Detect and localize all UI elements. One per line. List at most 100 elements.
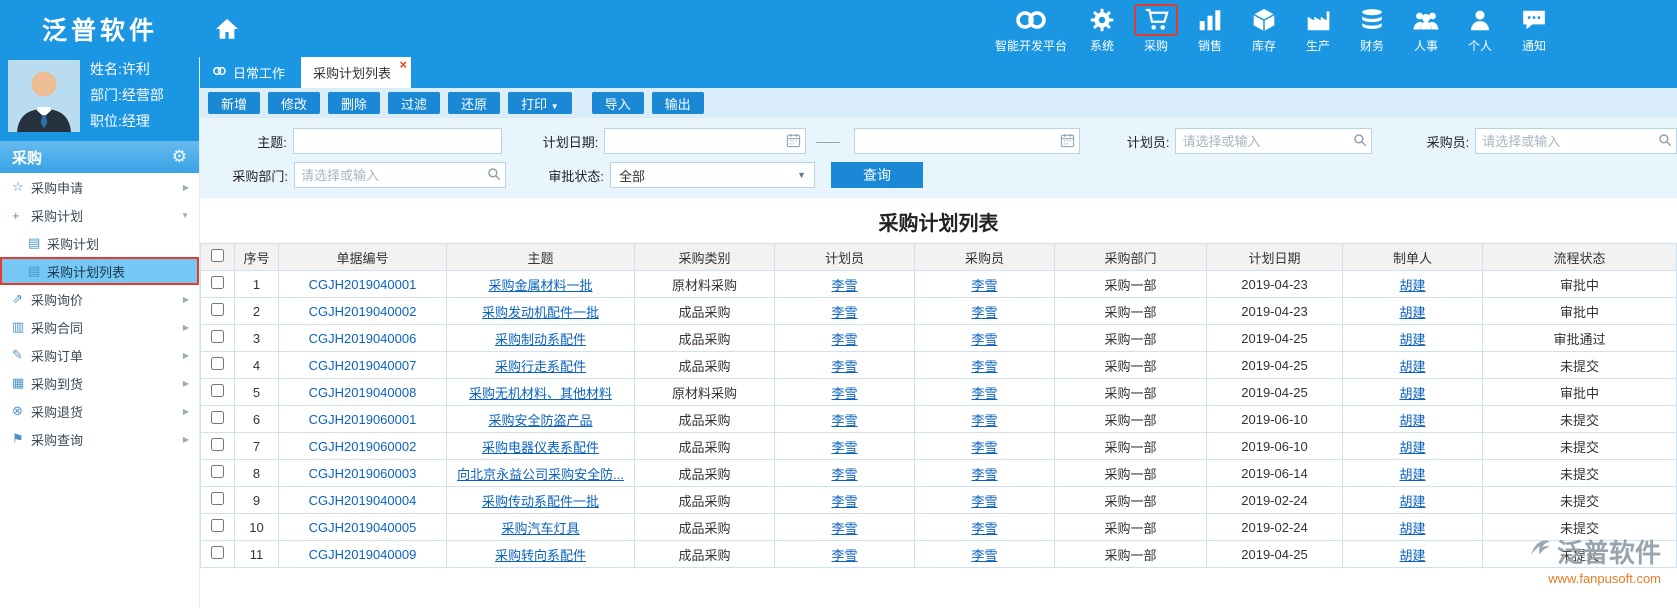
chart-icon[interactable]: [1188, 4, 1232, 36]
planner-link[interactable]: 李雪: [831, 278, 857, 293]
buyer-link[interactable]: 李雪: [971, 521, 997, 536]
gear-icon[interactable]: [1080, 4, 1124, 36]
buyer-input[interactable]: [1475, 128, 1677, 154]
doc-no-link[interactable]: CGJH2019040008: [309, 385, 417, 400]
select-all-checkbox[interactable]: [211, 249, 224, 262]
chevron-right-icon[interactable]: ▶: [183, 295, 189, 304]
row-checkbox[interactable]: [211, 519, 224, 532]
calendar-icon[interactable]: [786, 133, 801, 148]
chevron-right-icon[interactable]: ▶: [183, 183, 189, 192]
creator-link[interactable]: 胡建: [1399, 359, 1425, 374]
doc-no-link[interactable]: CGJH2019060002: [309, 439, 417, 454]
production-icon[interactable]: [1296, 4, 1340, 36]
column-header-buyer[interactable]: 采购员: [914, 243, 1055, 271]
department-input[interactable]: [294, 162, 506, 188]
buyer-link[interactable]: 李雪: [971, 548, 997, 563]
creator-link[interactable]: 胡建: [1399, 332, 1425, 347]
subject-link[interactable]: 向北京永益公司采购安全防...: [457, 467, 624, 482]
planner-link[interactable]: 李雪: [831, 413, 857, 428]
subject-link[interactable]: 采购电器仪表系配件: [482, 440, 599, 455]
creator-link[interactable]: 胡建: [1399, 467, 1425, 482]
chevron-right-icon[interactable]: ▶: [183, 407, 189, 416]
planner-link[interactable]: 李雪: [831, 521, 857, 536]
person-icon[interactable]: [1458, 4, 1502, 36]
sidebar-item-purchase-request[interactable]: ☆ 采购申请 ▶: [0, 173, 199, 201]
doc-no-link[interactable]: CGJH2019040009: [309, 547, 417, 562]
subject-link[interactable]: 采购金属材料一批: [488, 278, 592, 293]
creator-link[interactable]: 胡建: [1399, 305, 1425, 320]
hr-icon[interactable]: [1404, 4, 1448, 36]
cart-icon[interactable]: [1134, 3, 1178, 36]
chevron-right-icon[interactable]: ▶: [183, 435, 189, 444]
tab-close-icon[interactable]: ×: [399, 57, 407, 73]
planner-link[interactable]: 李雪: [831, 332, 857, 347]
doc-no-link[interactable]: CGJH2019040005: [309, 520, 417, 535]
toolbar-button-print[interactable]: 打印 ▼: [508, 92, 572, 114]
calendar-icon[interactable]: [1060, 133, 1075, 148]
creator-link[interactable]: 胡建: [1399, 548, 1425, 563]
creator-link[interactable]: 胡建: [1399, 494, 1425, 509]
planner-link[interactable]: 李雪: [831, 440, 857, 455]
tab-purchase-plan-list[interactable]: 采购计划列表 ×: [301, 57, 412, 88]
approval-status-select[interactable]: 全部 ▼: [610, 162, 815, 188]
doc-no-link[interactable]: CGJH2019040007: [309, 358, 417, 373]
notification-icon[interactable]: [1512, 4, 1556, 36]
column-header-subject[interactable]: 主题: [446, 243, 635, 271]
search-icon[interactable]: [487, 167, 501, 181]
buyer-link[interactable]: 李雪: [971, 494, 997, 509]
doc-no-link[interactable]: CGJH2019040004: [309, 493, 417, 508]
topnav-item-personal[interactable]: 个人: [1453, 4, 1507, 54]
sidebar-item-purchase-order[interactable]: ✎ 采购订单 ▶: [0, 341, 199, 369]
toolbar-button-filter[interactable]: 过滤: [388, 92, 441, 114]
sidebar-section-header[interactable]: 采购 ⚙: [0, 141, 199, 173]
topnav-item-system[interactable]: 系统: [1075, 4, 1129, 54]
subject-link[interactable]: 采购发动机配件一批: [482, 305, 599, 320]
row-checkbox[interactable]: [211, 303, 224, 316]
buyer-link[interactable]: 李雪: [971, 467, 997, 482]
toolbar-button-export[interactable]: 输出: [651, 92, 704, 114]
subject-link[interactable]: 采购汽车灯具: [501, 521, 579, 536]
creator-link[interactable]: 胡建: [1399, 521, 1425, 536]
search-icon[interactable]: [1658, 133, 1672, 147]
sidebar-item-purchase-inquiry[interactable]: ⇗ 采购询价 ▶: [0, 285, 199, 313]
creator-link[interactable]: 胡建: [1399, 386, 1425, 401]
column-header-department[interactable]: 采购部门: [1054, 243, 1207, 271]
buyer-link[interactable]: 李雪: [971, 305, 997, 320]
topnav-item-finance[interactable]: 财务: [1345, 4, 1399, 54]
toolbar-button-add[interactable]: 新增: [208, 92, 261, 114]
column-header-doc-no[interactable]: 单据编号: [278, 243, 447, 271]
subject-link[interactable]: 采购行走系配件: [495, 359, 586, 374]
subject-link[interactable]: 采购转向系配件: [495, 548, 586, 563]
row-checkbox[interactable]: [211, 546, 224, 559]
finance-icon[interactable]: [1350, 4, 1394, 36]
sidebar-item-purchase-contract[interactable]: ▥ 采购合同 ▶: [0, 313, 199, 341]
subject-link[interactable]: 采购无机材料、其他材料: [469, 386, 612, 401]
chevron-right-icon[interactable]: ▶: [183, 323, 189, 332]
buyer-link[interactable]: 李雪: [971, 386, 997, 401]
doc-no-link[interactable]: CGJH2019040002: [309, 304, 417, 319]
topnav-item-sales[interactable]: 销售: [1183, 4, 1237, 54]
topnav-item-inventory[interactable]: 库存: [1237, 4, 1291, 54]
sidebar-item-purchase-return[interactable]: ⊗ 采购退货 ▶: [0, 397, 199, 425]
planner-link[interactable]: 李雪: [831, 305, 857, 320]
buyer-link[interactable]: 李雪: [971, 359, 997, 374]
sidebar-item-purchase-arrival[interactable]: ▦ 采购到货 ▶: [0, 369, 199, 397]
subject-link[interactable]: 采购传动系配件一批: [482, 494, 599, 509]
topnav-item-production[interactable]: 生产: [1291, 4, 1345, 54]
row-checkbox[interactable]: [211, 384, 224, 397]
buyer-link[interactable]: 李雪: [971, 278, 997, 293]
plan-date-to-input[interactable]: [854, 128, 1081, 154]
toolbar-button-restore[interactable]: 还原: [448, 92, 501, 114]
row-checkbox[interactable]: [211, 438, 224, 451]
column-header-planner[interactable]: 计划员: [774, 243, 915, 271]
sidebar-item-purchase-query[interactable]: ⚑ 采购查询 ▶: [0, 425, 199, 453]
doc-no-link[interactable]: CGJH2019060001: [309, 412, 417, 427]
chevron-right-icon[interactable]: ▶: [183, 379, 189, 388]
sidebar-item-purchase-plan[interactable]: + 采购计划 ▼: [0, 201, 199, 229]
planner-link[interactable]: 李雪: [831, 548, 857, 563]
row-checkbox[interactable]: [211, 330, 224, 343]
plan-date-from-input[interactable]: [604, 128, 807, 154]
row-checkbox[interactable]: [211, 411, 224, 424]
column-header-plan-date[interactable]: 计划日期: [1206, 243, 1343, 271]
toolbar-button-edit[interactable]: 修改: [268, 92, 321, 114]
